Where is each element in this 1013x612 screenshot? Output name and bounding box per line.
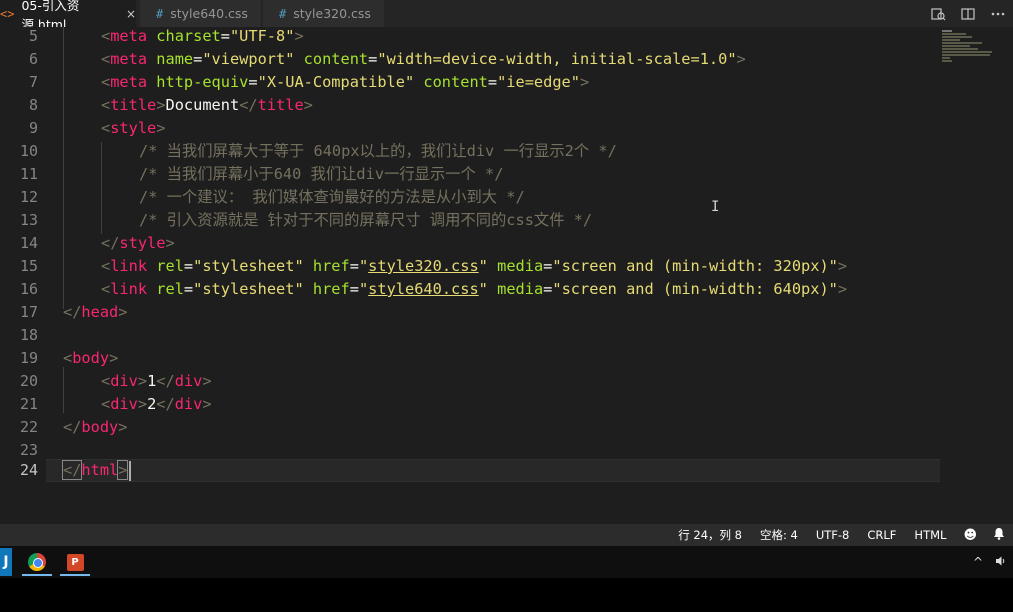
feedback-smiley-icon[interactable]: ☻ <box>955 528 985 543</box>
code-line-12: /* 一个建议： 我们媒体查询最好的方法是从小到大 */ <box>139 188 525 206</box>
code-line-6: <meta name="viewport" content="width=dev… <box>101 50 746 68</box>
minimap-line <box>942 33 966 35</box>
encoding-setting[interactable]: UTF-8 <box>807 528 859 542</box>
current-line-highlight <box>46 459 940 482</box>
code-line-14: </style> <box>101 234 175 252</box>
minimap-line <box>942 60 952 62</box>
powerpoint-taskbar-icon[interactable]: P <box>60 548 90 576</box>
system-tray: ^ <box>973 548 1007 576</box>
chrome-icon <box>28 553 46 571</box>
close-icon[interactable]: × <box>126 7 136 21</box>
powerpoint-icon: P <box>66 553 84 571</box>
minimap[interactable] <box>940 27 1013 524</box>
indentation-setting[interactable]: 空格: 4 <box>751 527 807 543</box>
code-line-8: <title>Document</title> <box>101 96 313 114</box>
minimap-line <box>942 51 992 53</box>
tab-bar: <> 05-引入资源.html × # style640.css # style… <box>0 0 1013 32</box>
code-line-7: <meta http-equiv="X-UA-Compatible" conte… <box>101 73 590 91</box>
code-line-24: </html> <box>61 460 129 480</box>
screen-bottom-border <box>0 578 1013 612</box>
open-changes-icon[interactable] <box>923 0 953 27</box>
href-link[interactable]: style640.css <box>368 280 479 298</box>
code-line-15: <link rel="stylesheet" href="style320.cs… <box>101 257 848 275</box>
volume-icon[interactable] <box>995 555 1007 570</box>
minimap-line <box>942 39 960 41</box>
more-actions-icon[interactable] <box>983 0 1013 27</box>
line-number: 7 <box>28 73 38 91</box>
line-number: 21 <box>19 395 38 413</box>
tab-label: style320.css <box>293 6 371 21</box>
line-number: 8 <box>28 96 38 114</box>
tab-label: style640.css <box>170 6 248 21</box>
chrome-taskbar-icon[interactable] <box>22 548 52 576</box>
editor-actions <box>923 0 1013 27</box>
line-number: 17 <box>19 303 38 321</box>
line-number-current: 24 <box>19 461 38 479</box>
indent-guide <box>101 142 102 234</box>
code-line-5: <meta charset="UTF-8"> <box>101 27 304 45</box>
indent-guide <box>63 27 64 309</box>
line-number: 20 <box>19 372 38 390</box>
code-line-22: </body> <box>63 418 128 436</box>
vscode-taskbar-icon[interactable]: J <box>0 548 12 576</box>
cursor-position[interactable]: 行 24，列 8 <box>669 527 751 543</box>
line-number: 11 <box>19 165 38 183</box>
minimap-line <box>942 36 972 38</box>
language-mode[interactable]: HTML <box>905 528 955 542</box>
line-number: 16 <box>19 280 38 298</box>
line-number: 19 <box>19 349 38 367</box>
split-editor-icon[interactable] <box>953 0 983 27</box>
status-bar: 行 24，列 8 空格: 4 UTF-8 CRLF HTML ☻ <box>0 524 1013 546</box>
html-file-icon: <> <box>0 6 15 21</box>
code-editor[interactable]: 5 6 7 8 9 10 11 12 13 14 15 16 17 18 19 … <box>0 27 940 524</box>
line-number: 12 <box>19 188 38 206</box>
line-number: 13 <box>19 211 38 229</box>
code-line-9: <style> <box>101 119 166 137</box>
code-line-10: /* 当我们屏幕大于等于 640px以上的，我们让div 一行显示2个 */ <box>139 142 617 160</box>
os-taskbar: J P ^ <box>0 546 1013 578</box>
line-number: 10 <box>19 142 38 160</box>
minimap-line <box>942 54 990 56</box>
code-line-19: <body> <box>63 349 119 367</box>
code-line-20: <div>1</div> <box>101 372 212 390</box>
line-number: 9 <box>28 119 38 137</box>
href-link[interactable]: style320.css <box>368 257 479 275</box>
notifications-bell-icon[interactable] <box>985 527 1013 544</box>
minimap-line <box>942 45 970 47</box>
minimap-line <box>942 30 952 32</box>
line-number: 14 <box>19 234 38 252</box>
line-number: 6 <box>28 50 38 68</box>
line-number: 22 <box>19 418 38 436</box>
tray-expand-icon[interactable]: ^ <box>973 555 983 569</box>
eol-setting[interactable]: CRLF <box>858 528 905 542</box>
code-line-11: /* 当我们屏幕小于640 我们让div一行显示一个 */ <box>139 165 504 183</box>
mouse-ibeam-icon: I <box>711 199 720 215</box>
line-number: 15 <box>19 257 38 275</box>
tab-style320[interactable]: # style320.css <box>263 0 385 27</box>
tab-html-file[interactable]: <> 05-引入资源.html × <box>0 0 137 32</box>
tab-style640[interactable]: # style640.css <box>140 0 262 27</box>
code-line-13: /* 引入资源就是 针对于不同的屏幕尺寸 调用不同的css文件 */ <box>139 211 593 229</box>
line-number: 5 <box>28 27 38 45</box>
minimap-line <box>942 42 982 44</box>
line-number: 18 <box>19 326 38 344</box>
code-line-21: <div>2</div> <box>101 395 212 413</box>
css-file-icon: # <box>279 6 287 21</box>
indent-guide <box>63 367 64 413</box>
code-line-17: </head> <box>63 303 128 321</box>
minimap-line <box>942 48 978 50</box>
text-cursor <box>129 461 131 481</box>
css-file-icon: # <box>156 6 164 21</box>
code-line-16: <link rel="stylesheet" href="style640.cs… <box>101 280 848 298</box>
minimap-line <box>942 57 950 59</box>
